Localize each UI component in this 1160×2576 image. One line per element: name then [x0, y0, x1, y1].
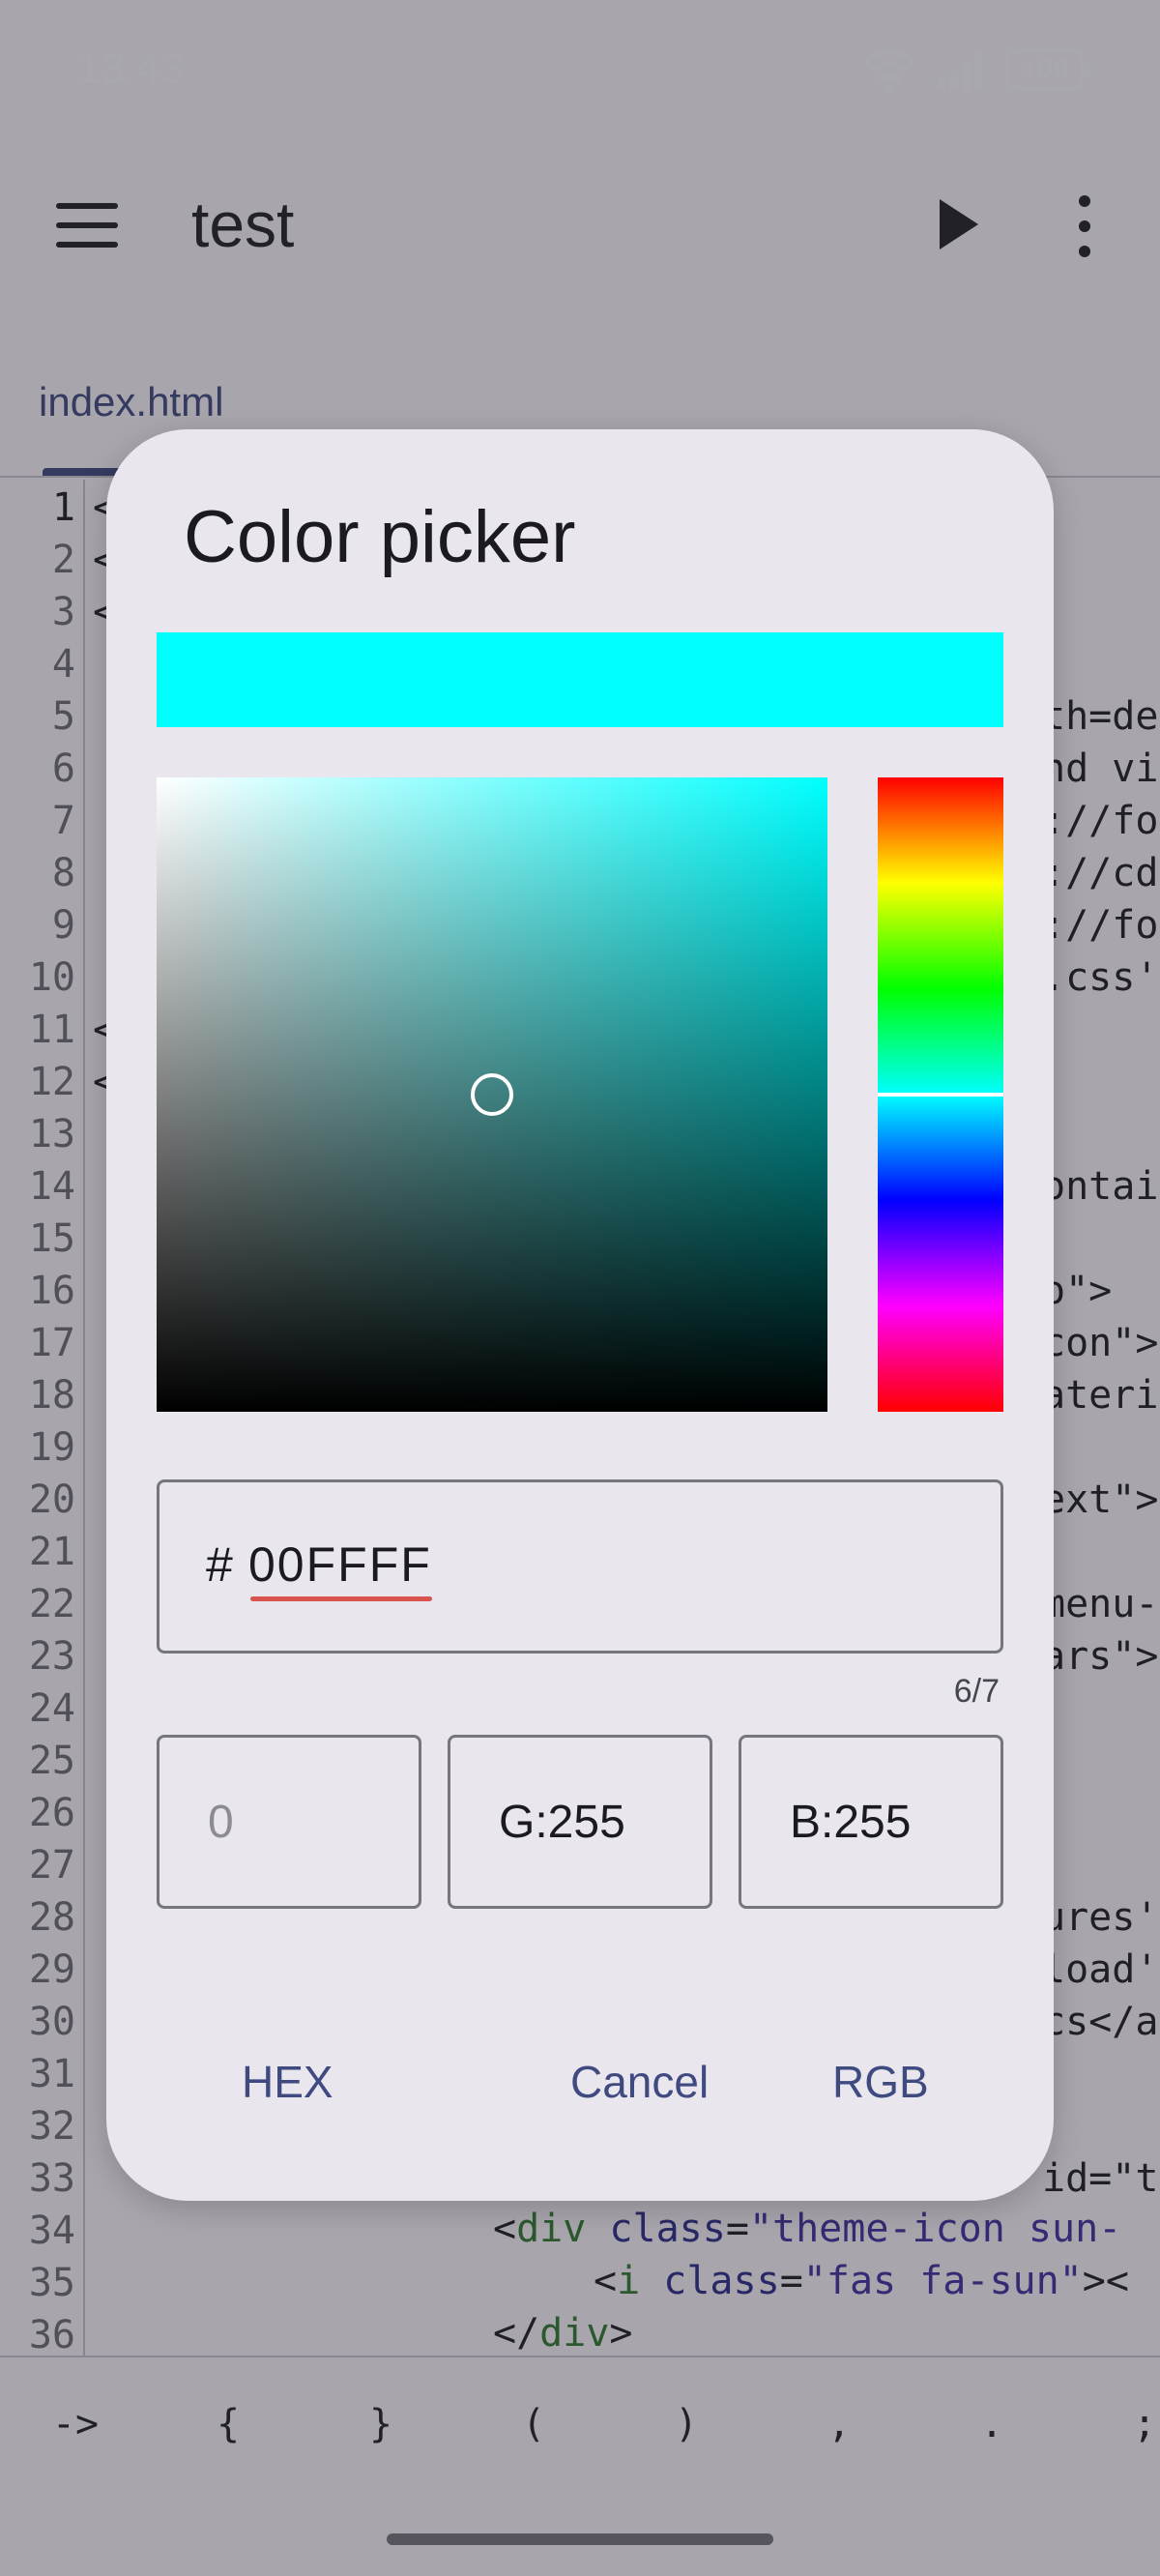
green-value[interactable]: 255: [548, 1797, 625, 1848]
spellcheck-underline: [250, 1596, 432, 1601]
hex-char-counter: 6/7: [953, 1673, 1000, 1710]
hex-mode-button[interactable]: HEX: [242, 2056, 334, 2108]
green-input[interactable]: G:255: [448, 1735, 712, 1909]
red-placeholder: 0: [208, 1797, 234, 1848]
dialog-title: Color picker: [184, 496, 576, 578]
rgb-mode-button[interactable]: RGB: [832, 2056, 929, 2108]
green-label: G:: [499, 1797, 548, 1848]
blue-input[interactable]: B:255: [739, 1735, 1003, 1909]
hex-value[interactable]: 00FFFF: [248, 1537, 432, 1593]
color-picker-dialog: Color picker # 00FFFF 6/7 0 G:255 B:255 …: [106, 429, 1054, 2201]
saturation-value-square[interactable]: [157, 777, 827, 1412]
color-preview: [157, 632, 1003, 727]
hue-slider-handle[interactable]: [878, 1093, 1003, 1097]
blue-label: B:: [790, 1797, 834, 1848]
red-input[interactable]: 0: [157, 1735, 421, 1909]
hue-slider[interactable]: [878, 777, 1003, 1412]
hex-prefix: #: [206, 1537, 233, 1592]
hex-input[interactable]: # 00FFFF: [157, 1479, 1003, 1654]
sv-cursor-handle[interactable]: [471, 1073, 513, 1116]
blue-value[interactable]: 255: [833, 1797, 911, 1848]
cancel-button[interactable]: Cancel: [570, 2056, 709, 2108]
